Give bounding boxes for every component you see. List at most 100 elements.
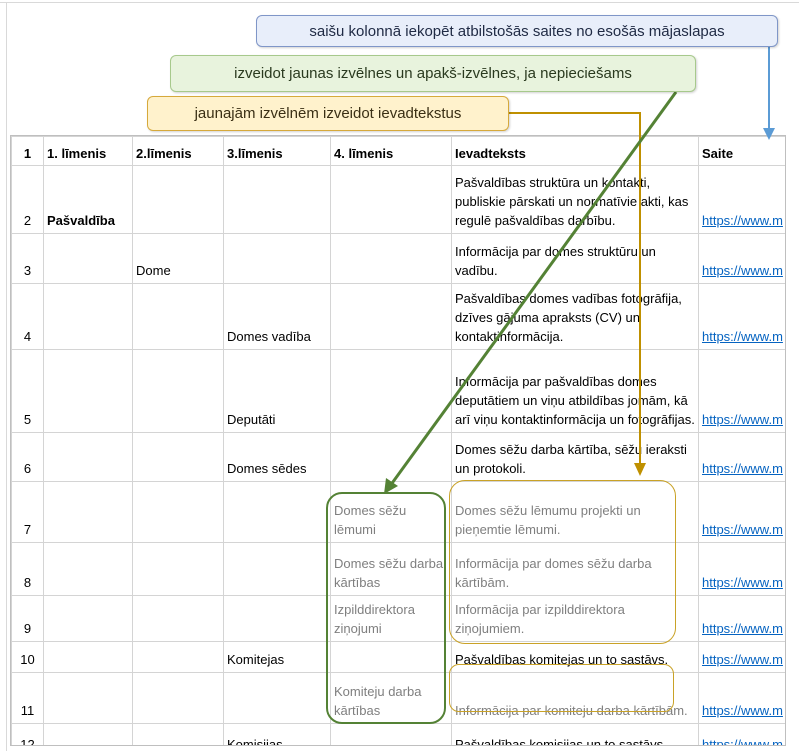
cell-level1[interactable] bbox=[43, 283, 133, 350]
link-text[interactable]: https://www.m bbox=[702, 621, 783, 636]
cell-level2[interactable] bbox=[132, 641, 224, 673]
cell-level2[interactable] bbox=[132, 595, 224, 642]
column-header-level1[interactable]: 1. līmenis bbox=[43, 136, 133, 166]
cell-level3[interactable]: Domes sēdes bbox=[223, 432, 331, 482]
cell-level3[interactable]: Domes vadība bbox=[223, 283, 331, 350]
cell-level1[interactable] bbox=[43, 481, 133, 543]
cell-level4[interactable] bbox=[330, 723, 452, 745]
cell-level3[interactable] bbox=[223, 672, 331, 724]
page-top-rule bbox=[0, 2, 799, 3]
cell-level1[interactable] bbox=[43, 349, 133, 433]
table-row: 12 Komisijas Pašvaldības komisijas un to… bbox=[11, 723, 785, 745]
row-number[interactable]: 9 bbox=[11, 595, 44, 642]
table-row: 4 Domes vadība Pašvaldības domes vadības… bbox=[11, 283, 785, 350]
row-number[interactable]: 3 bbox=[11, 233, 44, 284]
row-number[interactable]: 1 bbox=[11, 136, 44, 166]
cell-level1[interactable] bbox=[43, 542, 133, 596]
cell-level2[interactable] bbox=[132, 432, 224, 482]
callout-copy-links: saišu kolonnā iekopēt atbilstošās saites… bbox=[256, 15, 778, 47]
cell-level2[interactable] bbox=[132, 349, 224, 433]
cell-link[interactable]: https://www.m bbox=[698, 165, 785, 234]
cell-intro[interactable]: Informācija par pašvaldības domes deputā… bbox=[451, 349, 699, 433]
cell-level1[interactable] bbox=[43, 672, 133, 724]
link-text[interactable]: https://www.m bbox=[702, 263, 783, 278]
link-text[interactable]: https://www.m bbox=[702, 461, 783, 476]
cell-level4[interactable] bbox=[330, 432, 452, 482]
cell-level3[interactable]: Komisijas bbox=[223, 723, 331, 745]
cell-level2[interactable] bbox=[132, 723, 224, 745]
cell-level4[interactable] bbox=[330, 165, 452, 234]
cell-level3[interactable] bbox=[223, 481, 331, 543]
table-row: 2 Pašvaldība Pašvaldības struktūra un ko… bbox=[11, 165, 785, 234]
cell-level1[interactable] bbox=[43, 723, 133, 745]
callout-create-menus: izveidot jaunas izvēlnes un apakš-izvēln… bbox=[170, 55, 696, 92]
cell-level1[interactable]: Pašvaldība bbox=[43, 165, 133, 234]
cell-link[interactable]: https://www.m bbox=[698, 481, 785, 543]
link-text[interactable]: https://www.m bbox=[702, 329, 783, 344]
cell-link[interactable]: https://www.m bbox=[698, 641, 785, 673]
row-number[interactable]: 6 bbox=[11, 432, 44, 482]
cell-level1[interactable] bbox=[43, 595, 133, 642]
link-text[interactable]: https://www.m bbox=[702, 737, 783, 745]
link-text[interactable]: https://www.m bbox=[702, 703, 783, 718]
table-row: 6 Domes sēdes Domes sēžu darba kārtība, … bbox=[11, 432, 785, 482]
cell-link[interactable]: https://www.m bbox=[698, 723, 785, 745]
new-intro-texts-highlight bbox=[449, 480, 676, 644]
column-header-link[interactable]: Saite bbox=[698, 136, 785, 166]
cell-link[interactable]: https://www.m bbox=[698, 672, 785, 724]
cell-link[interactable]: https://www.m bbox=[698, 283, 785, 350]
cell-level1[interactable] bbox=[43, 641, 133, 673]
table-row: 3 Dome Informācija par domes struktūru u… bbox=[11, 233, 785, 284]
row-number[interactable]: 8 bbox=[11, 542, 44, 596]
cell-intro[interactable]: Pašvaldības struktūra un kontakti, publi… bbox=[451, 165, 699, 234]
cell-level4[interactable] bbox=[330, 283, 452, 350]
link-text[interactable]: https://www.m bbox=[702, 575, 783, 590]
row-number[interactable]: 10 bbox=[11, 641, 44, 673]
cell-level3[interactable] bbox=[223, 595, 331, 642]
row-number[interactable]: 11 bbox=[11, 672, 44, 724]
cell-link[interactable]: https://www.m bbox=[698, 349, 785, 433]
link-text[interactable]: https://www.m bbox=[702, 412, 783, 427]
cell-link[interactable]: https://www.m bbox=[698, 233, 785, 284]
cell-level2[interactable] bbox=[132, 165, 224, 234]
cell-level4[interactable] bbox=[330, 233, 452, 284]
row-number[interactable]: 2 bbox=[11, 165, 44, 234]
link-text[interactable]: https://www.m bbox=[702, 213, 783, 228]
callout-create-intro-texts: jaunajām izvēlnēm izveidot ievadtekstus bbox=[147, 96, 509, 131]
new-menus-highlight bbox=[326, 492, 446, 724]
cell-level3[interactable] bbox=[223, 542, 331, 596]
cell-link[interactable]: https://www.m bbox=[698, 432, 785, 482]
cell-level2[interactable] bbox=[132, 481, 224, 543]
cell-level3[interactable] bbox=[223, 233, 331, 284]
cell-intro[interactable]: Informācija par domes struktūru un vadīb… bbox=[451, 233, 699, 284]
cell-level1[interactable] bbox=[43, 432, 133, 482]
cell-level1[interactable] bbox=[43, 233, 133, 284]
row-number[interactable]: 5 bbox=[11, 349, 44, 433]
cell-level4[interactable] bbox=[330, 349, 452, 433]
row-number[interactable]: 4 bbox=[11, 283, 44, 350]
row-number[interactable]: 12 bbox=[11, 723, 44, 745]
cell-level3[interactable]: Deputāti bbox=[223, 349, 331, 433]
cell-level2[interactable] bbox=[132, 283, 224, 350]
column-header-level4[interactable]: 4. līmenis bbox=[330, 136, 452, 166]
row-number[interactable]: 7 bbox=[11, 481, 44, 543]
column-header-intro[interactable]: Ievadteksts bbox=[451, 136, 699, 166]
cell-level2[interactable] bbox=[132, 672, 224, 724]
cell-level3[interactable] bbox=[223, 165, 331, 234]
table-row: 5 Deputāti Informācija par pašvaldības d… bbox=[11, 349, 785, 433]
cell-intro[interactable]: Pašvaldības domes vadības fotogrāfija, d… bbox=[451, 283, 699, 350]
new-intro-text-highlight-2 bbox=[449, 664, 674, 712]
cell-link[interactable]: https://www.m bbox=[698, 595, 785, 642]
link-text[interactable]: https://www.m bbox=[702, 652, 783, 667]
cell-intro[interactable]: Pašvaldības komisijas un to sastāvs. bbox=[451, 723, 699, 745]
cell-link[interactable]: https://www.m bbox=[698, 542, 785, 596]
header-row: 1 1. līmenis 2.līmenis 3.līmenis 4. līme… bbox=[11, 136, 785, 166]
page-left-rule bbox=[0, 2, 7, 751]
column-header-level3[interactable]: 3.līmenis bbox=[223, 136, 331, 166]
cell-level2[interactable] bbox=[132, 542, 224, 596]
cell-level3[interactable]: Komitejas bbox=[223, 641, 331, 673]
link-text[interactable]: https://www.m bbox=[702, 522, 783, 537]
cell-level2[interactable]: Dome bbox=[132, 233, 224, 284]
column-header-level2[interactable]: 2.līmenis bbox=[132, 136, 224, 166]
cell-intro[interactable]: Domes sēžu darba kārtība, sēžu ieraksti … bbox=[451, 432, 699, 482]
